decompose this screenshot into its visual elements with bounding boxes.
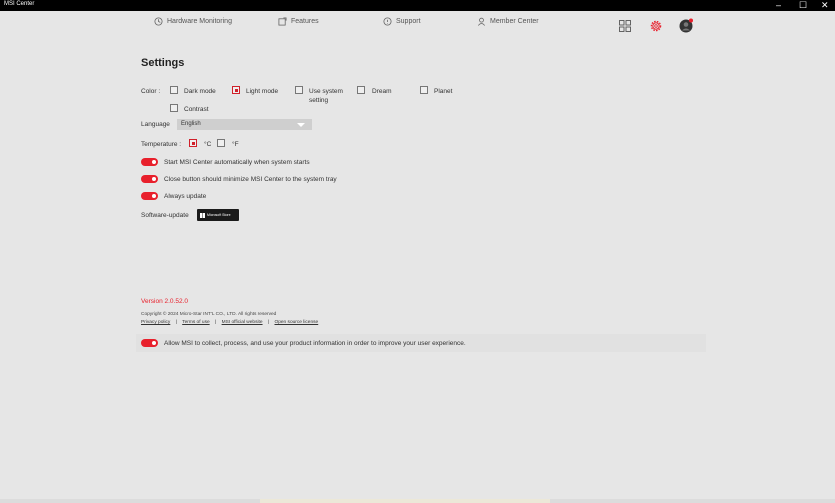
minimize-to-tray-label: Close button should minimize MSI Center … — [164, 176, 337, 183]
version-text: Version 2.0.52.0 — [141, 298, 188, 305]
windows-logo-icon — [200, 212, 205, 218]
temperature-label: Temperature : — [141, 141, 182, 148]
planet-label: Planet — [434, 88, 453, 95]
nav-hardware-monitoring-label: Hardware Monitoring — [167, 18, 232, 25]
contrast-label: Contrast — [184, 106, 209, 113]
grid-icon[interactable] — [619, 20, 631, 32]
close-button[interactable]: ✕ — [821, 0, 829, 11]
language-label: Language — [141, 121, 170, 128]
link-separator: | — [267, 320, 270, 325]
nav-support[interactable]: Support — [383, 17, 421, 26]
chevron-down-icon — [297, 123, 305, 127]
celsius-label: °C — [204, 141, 212, 148]
link-separator: | — [175, 320, 177, 325]
dream-checkbox[interactable] — [357, 86, 365, 94]
support-icon — [383, 17, 392, 26]
fahrenheit-checkbox[interactable] — [217, 139, 225, 147]
use-system-setting-checkbox[interactable] — [295, 86, 303, 94]
use-system-setting-label-line2: setting — [309, 97, 329, 104]
data-collection-toggle[interactable] — [141, 339, 158, 347]
fahrenheit-label: °F — [232, 141, 239, 148]
light-mode-label: Light mode — [246, 88, 279, 95]
footer-links: Privacy policy | Terms of use | MSI offi… — [141, 320, 318, 325]
nav-support-label: Support — [396, 18, 421, 25]
nav-features-label: Features — [291, 18, 319, 25]
use-system-setting-label-line1: Use system — [309, 88, 343, 95]
color-label: Color : — [141, 88, 161, 95]
link-separator: | — [214, 320, 217, 325]
maximize-button[interactable]: ☐ — [799, 0, 807, 11]
always-update-toggle[interactable] — [141, 192, 158, 200]
software-update-label: Software-update — [141, 212, 189, 219]
microsoft-store-label: Microsoft Store — [207, 213, 231, 217]
auto-start-toggle[interactable] — [141, 158, 158, 166]
always-update-label: Always update — [164, 193, 207, 200]
privacy-policy-link[interactable]: Privacy policy — [141, 320, 170, 325]
language-select[interactable]: English — [177, 119, 312, 130]
copyright-text: Copyright © 2024 Micro-Star INT'L CO., L… — [141, 312, 277, 317]
nav-features[interactable]: Features — [278, 17, 319, 26]
nav-member-center-label: Member Center — [490, 18, 539, 25]
open-source-license-link[interactable]: Open source license — [274, 320, 318, 325]
terms-of-use-link[interactable]: Terms of use — [182, 320, 209, 325]
hardware-monitoring-icon — [154, 17, 163, 26]
window-title: MSI Center — [4, 1, 35, 7]
contrast-checkbox[interactable] — [170, 104, 178, 112]
features-icon — [278, 17, 287, 26]
light-mode-checkbox[interactable] — [232, 86, 240, 94]
title-bar: MSI Center – ☐ ✕ — [0, 0, 835, 11]
gear-icon[interactable] — [649, 19, 663, 33]
bottom-highlight — [260, 499, 550, 503]
auto-start-label: Start MSI Center automatically when syst… — [164, 159, 310, 166]
nav-hardware-monitoring[interactable]: Hardware Monitoring — [154, 17, 232, 26]
minimize-to-tray-toggle[interactable] — [141, 175, 158, 183]
microsoft-store-button[interactable]: Microsoft Store — [197, 209, 239, 221]
planet-checkbox[interactable] — [420, 86, 428, 94]
nav-member-center[interactable]: Member Center — [477, 17, 539, 26]
data-collection-label: Allow MSI to collect, process, and use y… — [164, 340, 466, 347]
member-icon — [478, 17, 485, 26]
page-title: Settings — [141, 57, 185, 69]
dark-mode-label: Dark mode — [184, 88, 216, 95]
minimize-button[interactable]: – — [776, 0, 781, 11]
dark-mode-checkbox[interactable] — [170, 86, 178, 94]
avatar[interactable] — [679, 18, 694, 33]
language-select-value: English — [181, 121, 201, 127]
dream-label: Dream — [372, 88, 392, 95]
celsius-checkbox[interactable] — [189, 139, 197, 147]
msi-official-website-link[interactable]: MSI official website — [222, 320, 263, 325]
